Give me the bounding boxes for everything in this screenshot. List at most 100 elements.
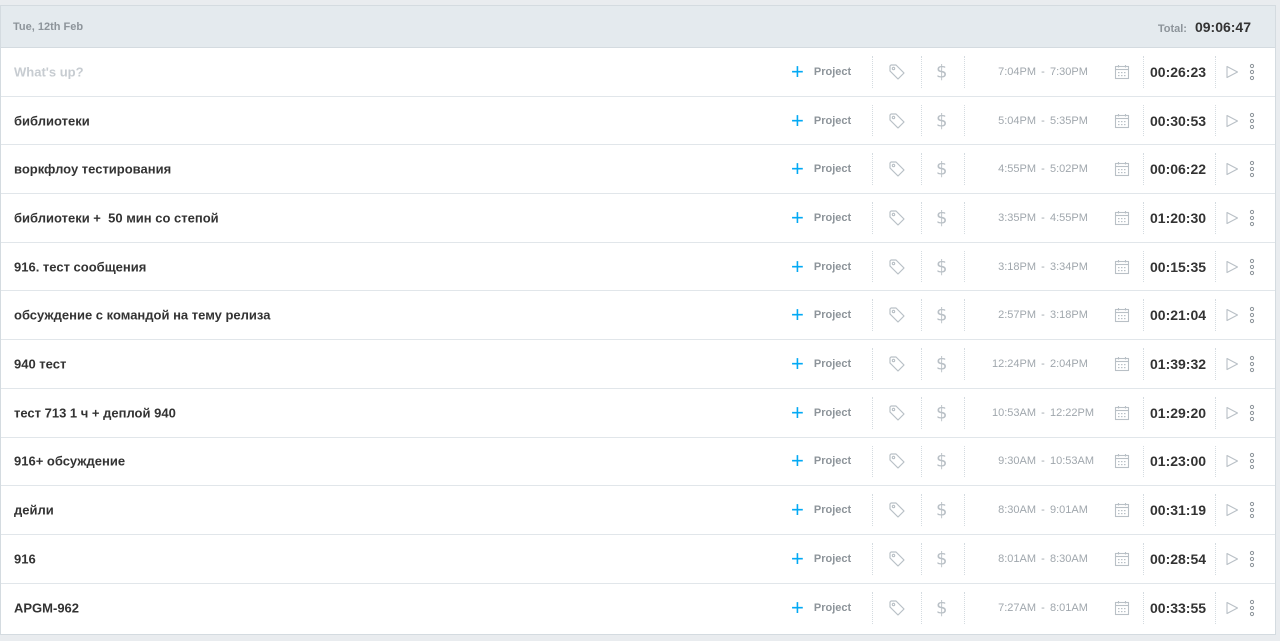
- add-project-button[interactable]: + Project: [791, 206, 851, 229]
- dollar-icon[interactable]: $: [936, 159, 947, 180]
- entry-description[interactable]: дейли: [14, 503, 54, 518]
- time-range[interactable]: 3:18PM - 3:34PM: [976, 261, 1106, 273]
- entry-description[interactable]: обсуждение с командой на тему релиза: [14, 308, 270, 323]
- play-icon[interactable]: [1225, 65, 1239, 79]
- tag-icon[interactable]: [888, 63, 906, 81]
- more-vertical-icon[interactable]: [1248, 63, 1256, 81]
- entry-description[interactable]: библиотеки + 50 мин со степой: [14, 210, 219, 225]
- tag-icon[interactable]: [888, 258, 906, 276]
- more-vertical-icon[interactable]: [1248, 501, 1256, 519]
- entry-description[interactable]: 916: [14, 551, 36, 566]
- play-icon[interactable]: [1225, 114, 1239, 128]
- entry-duration[interactable]: 00:21:04: [1150, 307, 1206, 323]
- time-range[interactable]: 10:53AM - 12:22PM: [976, 407, 1106, 419]
- more-vertical-icon[interactable]: [1248, 599, 1256, 617]
- start-time[interactable]: 3:18PM: [976, 261, 1036, 273]
- start-time[interactable]: 12:24PM: [976, 358, 1036, 370]
- add-project-button[interactable]: + Project: [791, 255, 851, 278]
- end-time[interactable]: 3:34PM: [1050, 261, 1106, 273]
- more-vertical-icon[interactable]: [1248, 112, 1256, 130]
- start-time[interactable]: 9:30AM: [976, 455, 1036, 467]
- add-project-button[interactable]: + Project: [791, 450, 851, 472]
- calendar-icon[interactable]: [1114, 113, 1130, 129]
- entry-description[interactable]: 916+ обсуждение: [14, 454, 125, 469]
- dollar-icon[interactable]: $: [936, 500, 947, 521]
- start-time[interactable]: 7:27AM: [976, 602, 1036, 614]
- calendar-icon[interactable]: [1114, 405, 1130, 421]
- entry-description[interactable]: тест 713 1 ч + деплой 940: [14, 405, 176, 420]
- end-time[interactable]: 5:35PM: [1050, 115, 1106, 127]
- calendar-icon[interactable]: [1114, 453, 1130, 469]
- calendar-icon[interactable]: [1114, 64, 1130, 80]
- more-vertical-icon[interactable]: [1248, 209, 1256, 227]
- start-time[interactable]: 8:01AM: [976, 553, 1036, 565]
- dollar-icon[interactable]: $: [936, 256, 947, 277]
- dollar-icon[interactable]: $: [936, 353, 947, 374]
- end-time[interactable]: 10:53AM: [1050, 455, 1106, 467]
- play-icon[interactable]: [1225, 260, 1239, 274]
- start-time[interactable]: 7:04PM: [976, 66, 1036, 78]
- time-range[interactable]: 12:24PM - 2:04PM: [976, 358, 1106, 370]
- entry-description[interactable]: 916. тест сообщения: [14, 259, 146, 274]
- play-icon[interactable]: [1225, 601, 1239, 615]
- entry-duration[interactable]: 01:23:00: [1150, 453, 1206, 469]
- start-time[interactable]: 5:04PM: [976, 115, 1036, 127]
- play-icon[interactable]: [1225, 308, 1239, 322]
- add-project-button[interactable]: + Project: [791, 499, 851, 521]
- entry-description[interactable]: APGM-962: [14, 600, 79, 615]
- entry-duration[interactable]: 01:39:32: [1150, 356, 1206, 372]
- dollar-icon[interactable]: $: [936, 207, 947, 228]
- tag-icon[interactable]: [888, 355, 906, 373]
- time-range[interactable]: 7:04PM - 7:30PM: [976, 66, 1106, 78]
- add-project-button[interactable]: + Project: [791, 158, 851, 180]
- tag-icon[interactable]: [888, 160, 906, 178]
- add-project-button[interactable]: + Project: [791, 401, 851, 424]
- entry-duration[interactable]: 00:28:54: [1150, 551, 1206, 567]
- calendar-icon[interactable]: [1114, 551, 1130, 567]
- entry-duration[interactable]: 00:06:22: [1150, 161, 1206, 177]
- calendar-icon[interactable]: [1114, 307, 1130, 323]
- entry-description[interactable]: воркфлоу тестирования: [14, 162, 171, 177]
- end-time[interactable]: 2:04PM: [1050, 358, 1106, 370]
- entry-duration[interactable]: 01:20:30: [1150, 210, 1206, 226]
- add-project-button[interactable]: + Project: [791, 60, 851, 83]
- calendar-icon[interactable]: [1114, 356, 1130, 372]
- play-icon[interactable]: [1225, 503, 1239, 517]
- entry-description[interactable]: What's up?: [14, 64, 84, 79]
- entry-description[interactable]: библиотеки: [14, 113, 90, 128]
- tag-icon[interactable]: [888, 501, 906, 519]
- time-range[interactable]: 8:01AM - 8:30AM: [976, 553, 1106, 565]
- start-time[interactable]: 10:53AM: [976, 407, 1036, 419]
- more-vertical-icon[interactable]: [1248, 355, 1256, 373]
- end-time[interactable]: 9:01AM: [1050, 504, 1106, 516]
- end-time[interactable]: 8:30AM: [1050, 553, 1106, 565]
- more-vertical-icon[interactable]: [1248, 452, 1256, 470]
- calendar-icon[interactable]: [1114, 259, 1130, 275]
- play-icon[interactable]: [1225, 406, 1239, 420]
- tag-icon[interactable]: [888, 306, 906, 324]
- start-time[interactable]: 4:55PM: [976, 163, 1036, 175]
- entry-duration[interactable]: 01:29:20: [1150, 405, 1206, 421]
- end-time[interactable]: 12:22PM: [1050, 407, 1106, 419]
- entry-duration[interactable]: 00:31:19: [1150, 502, 1206, 518]
- dollar-icon[interactable]: $: [936, 402, 947, 423]
- end-time[interactable]: 8:01AM: [1050, 602, 1106, 614]
- start-time[interactable]: 3:35PM: [976, 212, 1036, 224]
- play-icon[interactable]: [1225, 357, 1239, 371]
- tag-icon[interactable]: [888, 112, 906, 130]
- tag-icon[interactable]: [888, 209, 906, 227]
- time-range[interactable]: 3:35PM - 4:55PM: [976, 212, 1106, 224]
- more-vertical-icon[interactable]: [1248, 550, 1256, 568]
- tag-icon[interactable]: [888, 550, 906, 568]
- dollar-icon[interactable]: $: [936, 597, 947, 618]
- end-time[interactable]: 3:18PM: [1050, 309, 1106, 321]
- more-vertical-icon[interactable]: [1248, 160, 1256, 178]
- add-project-button[interactable]: + Project: [791, 596, 851, 619]
- tag-icon[interactable]: [888, 599, 906, 617]
- entry-duration[interactable]: 00:30:53: [1150, 113, 1206, 129]
- entry-description[interactable]: 940 тест: [14, 356, 66, 371]
- entry-duration[interactable]: 00:33:55: [1150, 600, 1206, 616]
- tag-icon[interactable]: [888, 404, 906, 422]
- add-project-button[interactable]: + Project: [791, 352, 851, 375]
- more-vertical-icon[interactable]: [1248, 258, 1256, 276]
